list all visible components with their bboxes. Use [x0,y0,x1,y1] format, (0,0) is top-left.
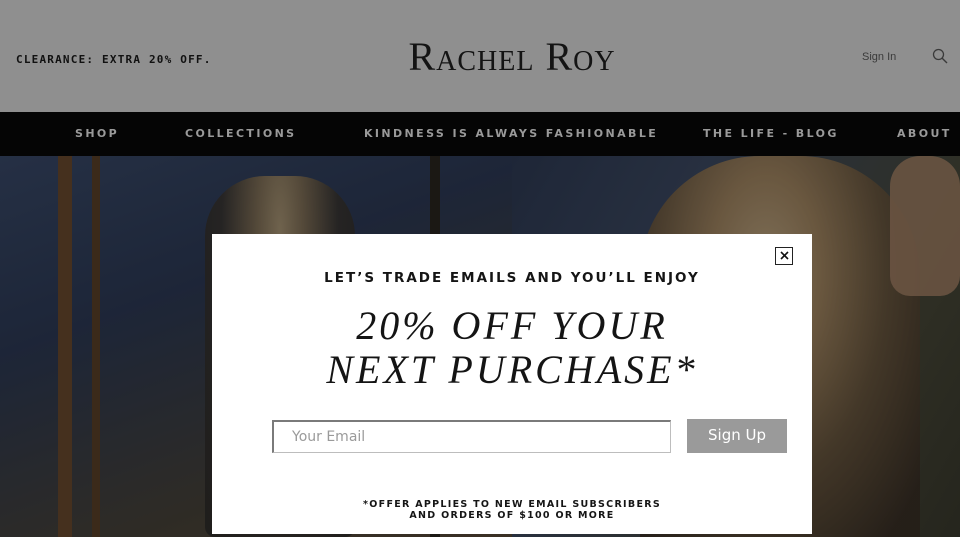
nav-item-blog[interactable]: THE LIFE - BLOG [703,127,839,140]
search-icon [932,48,948,64]
modal-headline: 20% OFF YOUR NEXT PURCHASE* [212,304,812,392]
site-header: CLEARANCE: EXTRA 20% OFF. Rachel Roy Sig… [0,0,960,112]
nav-item-shop[interactable]: SHOP [75,127,119,140]
disclaimer-line-1: *OFFER APPLIES TO NEW EMAIL SUBSCRIBERS [363,499,661,510]
nav-item-kindness[interactable]: KINDNESS IS ALWAYS FASHIONABLE [364,127,658,140]
email-input[interactable] [272,420,671,453]
headline-line-2: NEXT PURCHASE* [326,347,698,392]
close-icon [779,251,789,260]
search-button[interactable] [931,48,949,66]
sign-in-link[interactable]: Sign In [862,51,896,63]
email-signup-modal: LET’S TRADE EMAILS AND YOU’LL ENJOY 20% … [212,234,812,534]
brand-logo-text: Rachel Roy [408,34,616,79]
brand-logo[interactable]: Rachel Roy [0,33,960,80]
offer-disclaimer: *OFFER APPLIES TO NEW EMAIL SUBSCRIBERS … [212,499,812,521]
headline-line-1: 20% OFF YOUR [356,303,668,348]
disclaimer-line-2: AND ORDERS OF $100 OR MORE [409,510,615,521]
nav-item-about[interactable]: ABOUT [897,127,952,140]
sign-up-button[interactable]: Sign Up [687,419,787,453]
modal-kicker: LET’S TRADE EMAILS AND YOU’LL ENJOY [324,270,700,286]
close-button[interactable] [775,247,793,265]
main-nav: SHOP COLLECTIONS KINDNESS IS ALWAYS FASH… [0,112,960,156]
nav-item-collections[interactable]: COLLECTIONS [185,127,297,140]
